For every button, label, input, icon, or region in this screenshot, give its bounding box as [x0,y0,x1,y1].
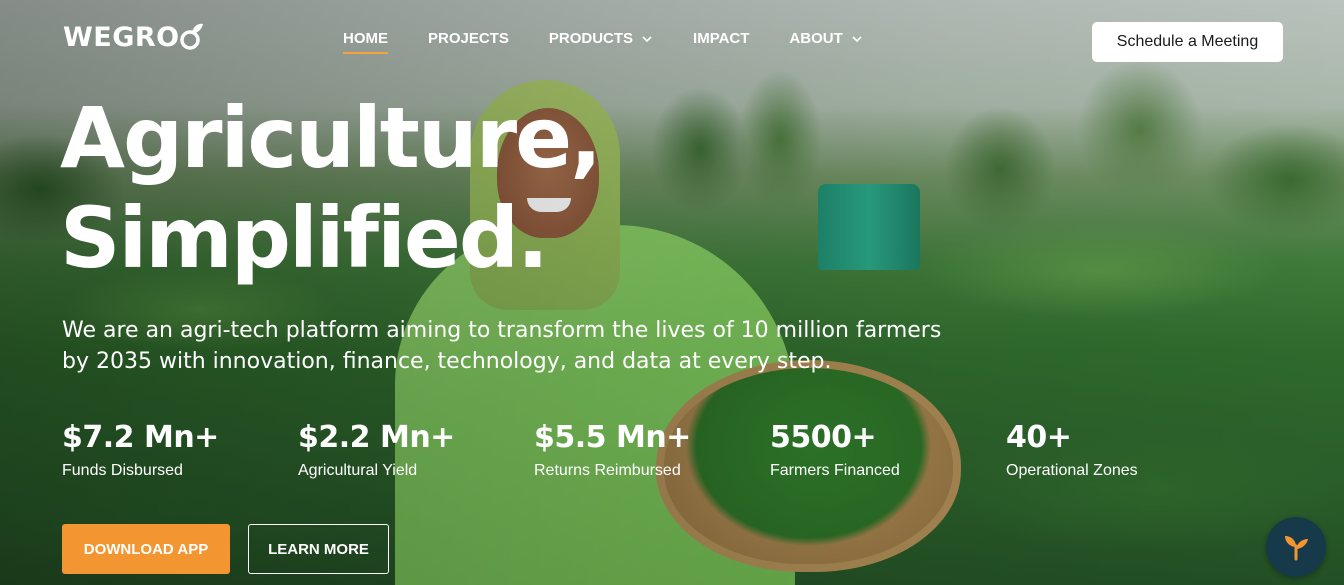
stat-agricultural-yield: $2.2 Mn+ Agricultural Yield [298,420,455,480]
stat-label: Funds Disbursed [62,462,183,479]
headline-line-1: Agriculture, [60,89,602,187]
stat-label: Operational Zones [1006,462,1138,479]
logo-text: WEGRO [63,21,180,53]
nav-item-impact[interactable]: IMPACT [693,30,749,47]
stat-label: Agricultural Yield [298,462,418,479]
stat-label: Returns Reimbursed [534,462,681,479]
nav-item-label: HOME [343,30,388,47]
stat-value: $5.5 Mn+ [534,420,691,455]
chat-widget-button[interactable] [1266,517,1326,577]
download-app-button[interactable]: DOWNLOAD APP [62,524,230,574]
nav-item-products[interactable]: PRODUCTS [549,30,653,47]
nav-item-label: PROJECTS [428,30,509,47]
stat-funds-disbursed: $7.2 Mn+ Funds Disbursed [62,420,219,480]
nav-item-label: PRODUCTS [548,30,634,47]
leaf-icon [179,22,204,52]
stat-operational-zones: 40+ Operational Zones [1006,420,1138,480]
chevron-down-icon [642,35,652,42]
main-nav: HOME PROJECTS PRODUCTS IMPACT ABOUT [343,30,903,54]
nav-item-about[interactable]: ABOUT [789,30,862,47]
stat-label: Farmers Financed [770,462,900,479]
stat-returns-reimbursed: $5.5 Mn+ Returns Reimbursed [534,420,691,480]
schedule-meeting-button[interactable]: Schedule a Meeting [1092,22,1283,62]
nav-item-label: ABOUT [789,30,843,47]
nav-item-home[interactable]: HOME [343,30,388,54]
hero-headline: Agriculture, Simplified. [60,88,602,288]
brand-logo[interactable]: WEGRO [63,20,204,54]
nav-item-projects[interactable]: PROJECTS [428,30,509,47]
stat-farmers-financed: 5500+ Farmers Financed [770,420,900,480]
headline-line-2: Simplified. [60,189,549,287]
stat-value: 5500+ [770,420,877,455]
nav-item-label: IMPACT [693,30,750,47]
sprout-icon [1285,536,1308,561]
stat-value: $2.2 Mn+ [298,420,455,455]
chevron-down-icon [852,35,862,42]
hero-subtitle: We are an agri-tech platform aiming to t… [62,318,942,374]
stat-value: 40+ [1006,420,1072,455]
learn-more-button[interactable]: LEARN MORE [248,524,389,574]
stat-value: $7.2 Mn+ [62,420,219,455]
